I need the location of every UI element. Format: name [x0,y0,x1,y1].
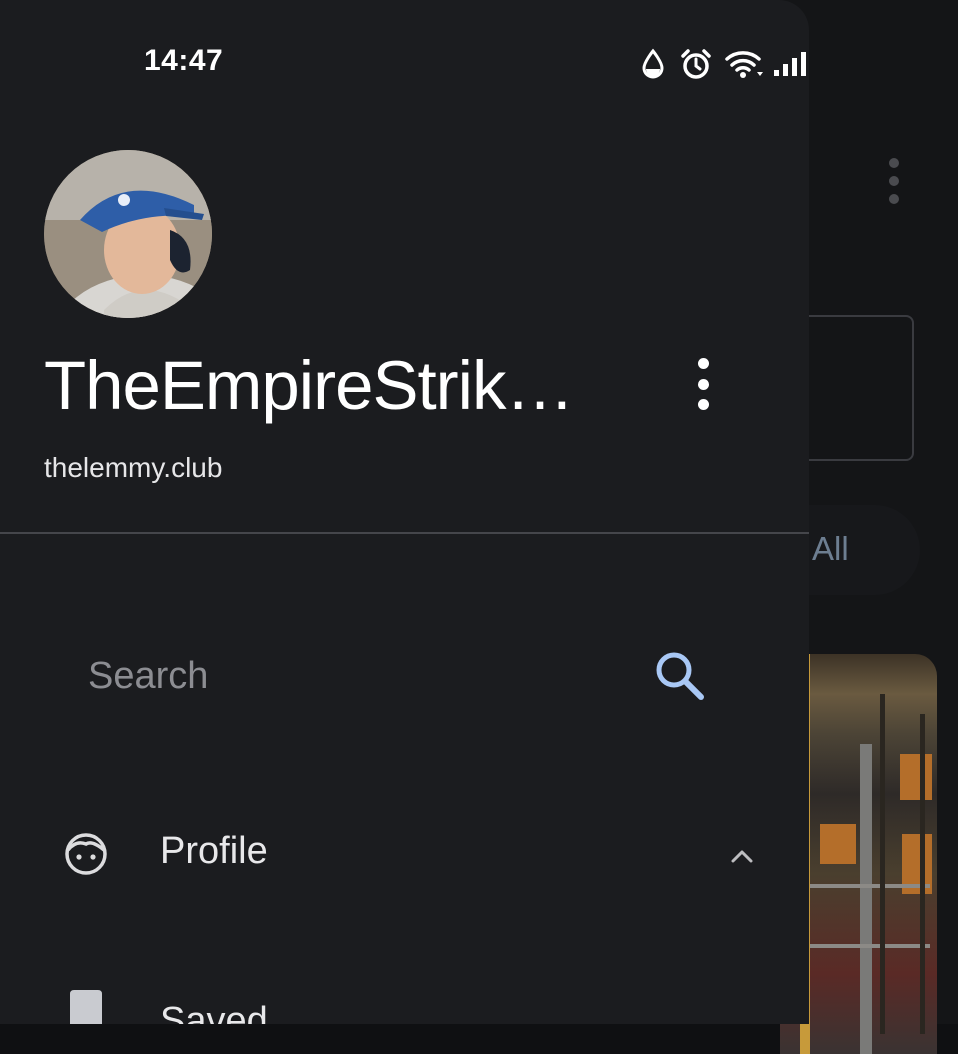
background-overflow-menu-icon[interactable] [884,158,904,204]
status-time: 14:47 [144,44,224,77]
nav-item-saved-label: Saved [160,1000,268,1024]
signal-icon [772,48,809,80]
account-overflow-menu-icon[interactable] [686,358,720,410]
search-icon[interactable] [652,648,710,706]
header-divider [0,532,809,534]
nav-item-saved[interactable]: Saved [40,970,780,1024]
profile-face-icon [62,830,110,878]
avatar[interactable] [44,150,212,318]
nav-item-profile[interactable]: Profile [40,800,780,910]
wifi-icon [724,48,764,80]
bookmark-icon [66,990,114,1024]
background-filter-label: All [812,530,849,567]
data-saver-icon [640,48,666,80]
user-instance: thelemmy.club [44,452,223,483]
search-field[interactable] [40,620,740,730]
search-input[interactable] [86,650,610,702]
user-display-name: TheEmpireStrik… [44,347,574,424]
nav-item-profile-label: Profile [160,830,268,872]
chevron-up-icon[interactable] [730,848,754,864]
navigation-drawer: 14:47 TheEmpireStrik… thelemmy.club Sear… [0,0,809,1024]
alarm-icon [680,48,712,80]
